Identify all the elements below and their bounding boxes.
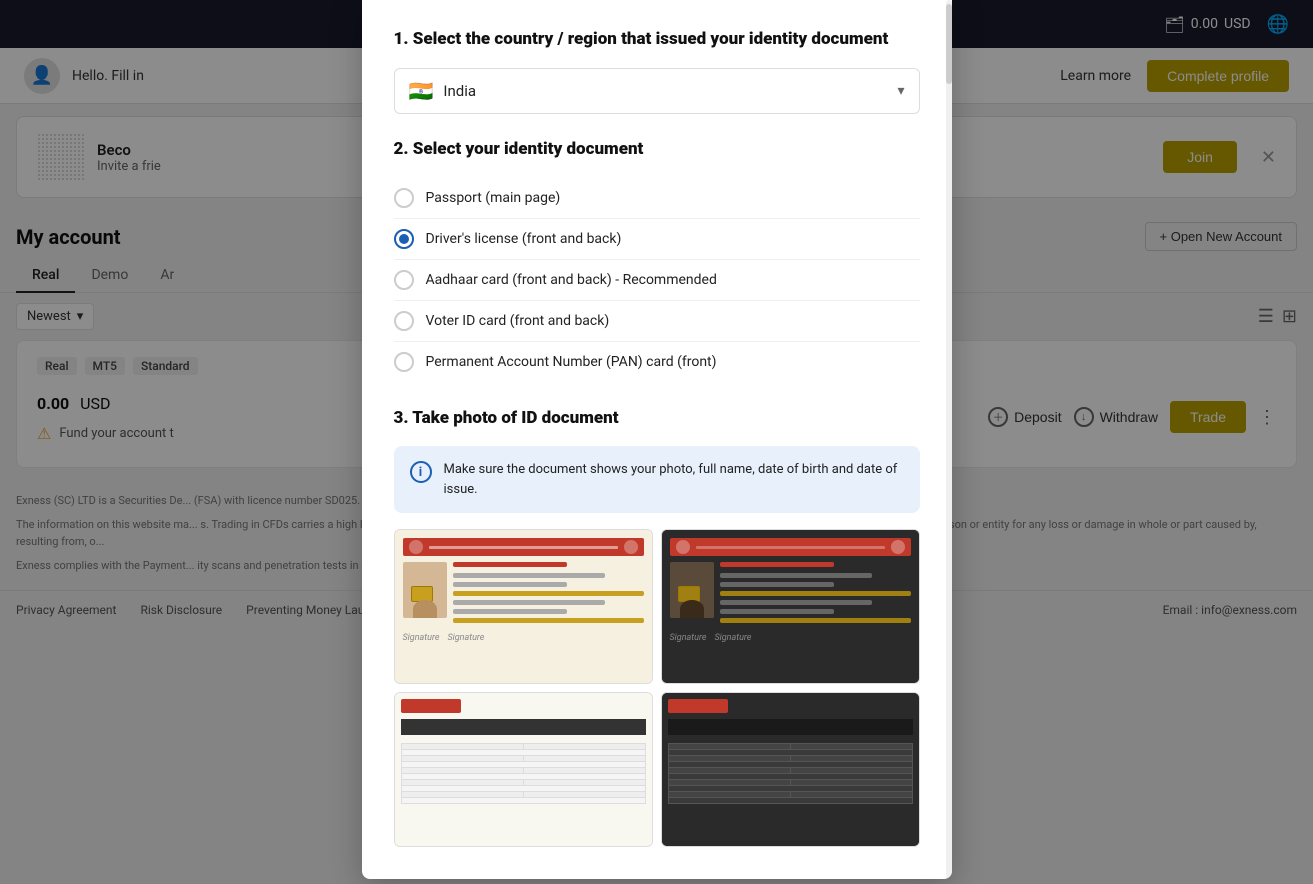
- back-table-dark: [668, 743, 913, 804]
- modal-overlay: 1. Select the country / region that issu…: [0, 0, 1313, 884]
- modal-scrollbar-thumb: [946, 4, 952, 84]
- id-signature: Signature Signature: [403, 633, 644, 643]
- id-photo-dark: [670, 562, 714, 618]
- radio-passport[interactable]: Passport (main page): [394, 178, 920, 219]
- radio-pan-label: Permanent Account Number (PAN) card (fro…: [426, 354, 717, 370]
- emblem-left-dark: [676, 540, 690, 554]
- section2-title: 2. Select your identity document: [394, 138, 920, 162]
- radio-aadhaar-circle: [394, 270, 414, 290]
- info-text: Make sure the document shows your photo,…: [444, 460, 904, 499]
- radio-aadhaar-label: Aadhaar card (front and back) - Recommen…: [426, 272, 717, 288]
- id-header-bar-dark: [670, 538, 911, 556]
- emblem-right: [624, 540, 638, 554]
- section3-title: 3. Take photo of ID document: [394, 407, 920, 431]
- doc-front-dark[interactable]: Signature Signature: [661, 529, 920, 684]
- modal-scrollbar[interactable]: [946, 0, 952, 879]
- back-header-bar: [401, 699, 461, 713]
- radio-pan-circle: [394, 352, 414, 372]
- id-chip: [411, 586, 433, 602]
- verification-modal: 1. Select the country / region that issu…: [362, 0, 952, 879]
- radio-passport-label: Passport (main page): [426, 190, 561, 206]
- radio-drivers-license[interactable]: Driver's license (front and back): [394, 219, 920, 260]
- back-stripe: [401, 719, 646, 735]
- radio-voter-id[interactable]: Voter ID card (front and back): [394, 301, 920, 342]
- info-icon: i: [410, 461, 432, 483]
- radio-drivers-license-label: Driver's license (front and back): [426, 231, 622, 247]
- id-photo: [403, 562, 447, 618]
- id-header-bar: [403, 538, 644, 556]
- doc-front-light[interactable]: Signature Signature: [394, 529, 653, 684]
- info-box: i Make sure the document shows your phot…: [394, 446, 920, 513]
- back-stripe-dark: [668, 719, 913, 735]
- country-name: India: [443, 82, 476, 100]
- id-signature-dark: Signature Signature: [670, 633, 911, 643]
- radio-voter-id-label: Voter ID card (front and back): [426, 313, 610, 329]
- back-header-bar-dark: [668, 699, 728, 713]
- doc-back-light[interactable]: [394, 692, 653, 847]
- document-images-grid: Signature Signature: [394, 529, 920, 847]
- doc-back-dark[interactable]: [661, 692, 920, 847]
- country-dropdown[interactable]: 🇮🇳 India ▾: [394, 68, 920, 114]
- radio-passport-circle: [394, 188, 414, 208]
- chevron-down-icon: ▾: [897, 83, 904, 99]
- back-table: [401, 743, 646, 804]
- id-chip-dark: [678, 586, 700, 602]
- country-flag: 🇮🇳: [409, 79, 434, 103]
- radio-voter-id-circle: [394, 311, 414, 331]
- radio-aadhaar[interactable]: Aadhaar card (front and back) - Recommen…: [394, 260, 920, 301]
- emblem-left: [409, 540, 423, 554]
- section1-title: 1. Select the country / region that issu…: [394, 28, 920, 52]
- radio-drivers-license-circle: [394, 229, 414, 249]
- radio-pan[interactable]: Permanent Account Number (PAN) card (fro…: [394, 342, 920, 383]
- emblem-right-dark: [891, 540, 905, 554]
